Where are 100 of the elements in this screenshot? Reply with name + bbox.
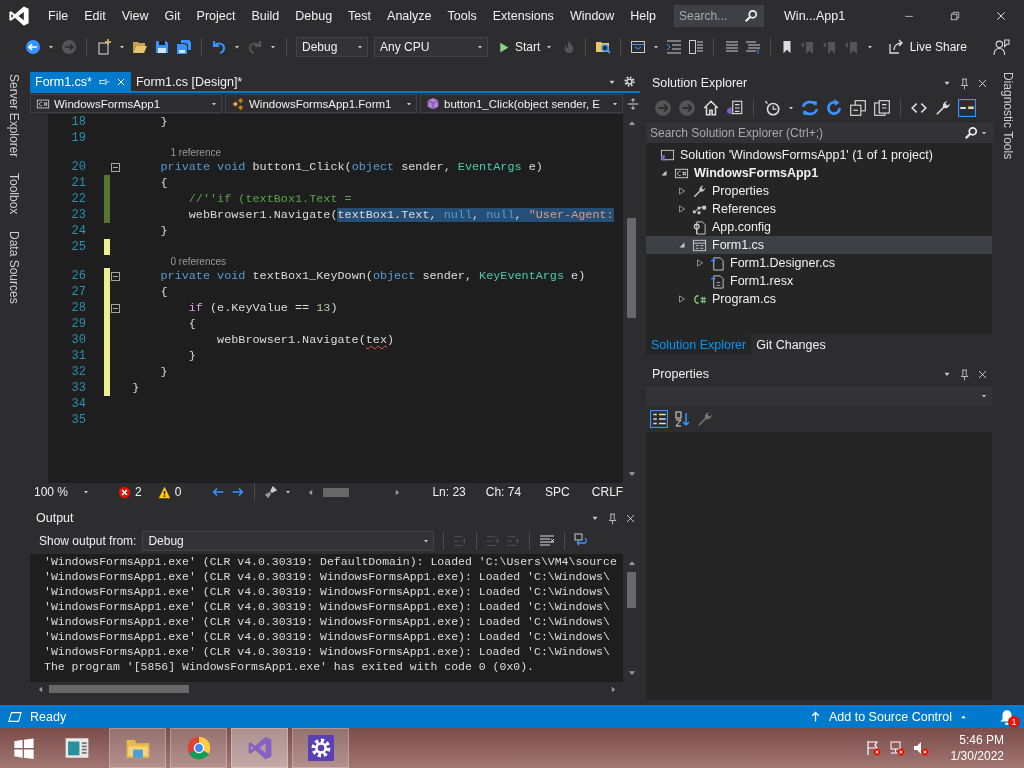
menu-item[interactable]: Debug — [287, 9, 341, 23]
pending-changes-icon[interactable] — [763, 98, 781, 117]
open-folder-icon[interactable] — [132, 39, 148, 55]
scrollbar-thumb[interactable] — [323, 487, 350, 497]
tree-item[interactable]: WindowsFormsApp1 — [646, 164, 992, 182]
home-icon[interactable] — [702, 98, 720, 117]
warning-count[interactable]: 0 — [174, 485, 182, 499]
tree-item[interactable]: Form1.cs — [646, 236, 992, 254]
navigation-dropdown[interactable]: button1_Click(object sender, E — [420, 94, 623, 113]
close-icon[interactable] — [995, 10, 1007, 22]
tree-item[interactable]: References — [646, 200, 992, 218]
clock-time[interactable]: 5:46 PM — [959, 733, 1004, 747]
warning-icon[interactable] — [157, 485, 171, 499]
action-center-icon[interactable] — [864, 740, 881, 756]
network-icon[interactable] — [888, 740, 905, 756]
tree-item[interactable]: App.config — [646, 218, 992, 236]
undo-icon[interactable] — [211, 39, 227, 55]
caret-icon[interactable] — [233, 43, 241, 51]
properties-icon[interactable] — [934, 98, 952, 117]
panel-tab[interactable]: Git Changes — [751, 334, 831, 355]
new-item-icon[interactable] — [96, 39, 112, 55]
property-pages-icon[interactable] — [696, 410, 714, 428]
line-ending[interactable]: CRLF — [591, 485, 624, 499]
menu-item[interactable]: Extensions — [484, 9, 562, 23]
save-icon[interactable] — [154, 39, 170, 55]
sort-alphabetical-icon[interactable] — [674, 411, 690, 427]
tree-item[interactable]: Form1.Designer.cs — [646, 254, 992, 272]
switch-views-icon[interactable] — [726, 98, 744, 117]
configuration-dropdown[interactable]: Debug — [296, 37, 368, 57]
menu-item[interactable]: Build — [243, 9, 288, 23]
tree-item[interactable]: Solution 'WindowsFormsApp1' (1 of 1 project) — [646, 146, 992, 164]
categorized-icon[interactable] — [650, 410, 668, 428]
indent-icon[interactable] — [666, 39, 683, 55]
clear-all-icon[interactable] — [539, 533, 556, 549]
scroll-left-icon[interactable] — [36, 684, 45, 694]
collapse-toggle[interactable] — [111, 271, 120, 281]
close-icon[interactable] — [625, 512, 636, 524]
pin-icon[interactable] — [958, 367, 971, 381]
menu-item[interactable]: Help — [622, 9, 665, 23]
menu-item[interactable]: Edit — [76, 9, 114, 23]
restore-icon[interactable] — [949, 10, 961, 22]
refresh-icon[interactable] — [825, 98, 843, 117]
feedback-icon[interactable] — [993, 38, 1010, 56]
document-outline-icon[interactable] — [688, 39, 705, 55]
start-icon[interactable] — [13, 737, 35, 759]
collapse-all-icon[interactable] — [849, 98, 867, 117]
clock-date[interactable]: 1/30/2022 — [950, 749, 1004, 763]
tool-window-tab[interactable]: Diagnostic Tools — [1001, 70, 1015, 162]
scrollbar-thumb[interactable] — [627, 572, 636, 608]
reference-count[interactable]: 0 references — [48, 256, 227, 267]
navigation-dropdown[interactable]: WindowsFormsApp1 — [30, 94, 222, 113]
menu-item[interactable]: Project — [188, 9, 244, 23]
menu-item[interactable]: Analyze — [379, 9, 440, 23]
tree-item[interactable]: Properties — [646, 182, 992, 200]
collapsed-arrow-icon[interactable] — [677, 204, 687, 214]
find-in-files-icon[interactable] — [595, 39, 612, 55]
tool-window-tab[interactable]: Toolbox — [7, 171, 21, 217]
close-icon[interactable] — [977, 368, 988, 380]
collapsed-arrow-icon[interactable] — [695, 258, 705, 268]
save-all-icon[interactable] — [176, 39, 192, 55]
close-icon[interactable] — [115, 76, 126, 87]
expanded-arrow-icon[interactable] — [659, 168, 669, 178]
settings-icon[interactable] — [623, 75, 636, 88]
menu-item[interactable]: Test — [340, 9, 380, 23]
brush-icon[interactable] — [264, 485, 279, 499]
zoom-dropdown[interactable]: 100 % — [34, 485, 92, 499]
panel-tab[interactable]: Solution Explorer — [646, 334, 752, 355]
caret-icon[interactable] — [47, 43, 55, 51]
menu-item[interactable]: Git — [156, 9, 189, 23]
error-count[interactable]: 2 — [135, 485, 142, 499]
error-icon[interactable] — [118, 485, 131, 499]
caret-icon[interactable] — [652, 43, 661, 51]
collapsed-arrow-icon[interactable] — [677, 186, 687, 196]
platform-dropdown[interactable]: Any CPU — [374, 37, 488, 57]
window-icon[interactable] — [630, 39, 647, 55]
uncomment-icon[interactable] — [745, 39, 762, 55]
search-field[interactable]: Search... — [674, 5, 765, 27]
document-tab[interactable]: Form1.cs [Design]* — [130, 72, 248, 91]
menu-item[interactable]: Tools — [439, 9, 485, 23]
menu-item[interactable]: Window — [561, 9, 623, 23]
comment-icon[interactable] — [723, 39, 740, 55]
reference-count[interactable]: 1 reference — [48, 147, 222, 158]
pin-icon[interactable] — [606, 511, 619, 525]
menu-item[interactable]: View — [113, 9, 157, 23]
scroll-right-icon[interactable] — [609, 684, 618, 694]
caret-icon[interactable] — [269, 43, 277, 51]
whitespace-mode[interactable]: SPC — [545, 485, 570, 499]
collapse-toggle[interactable] — [111, 162, 120, 172]
tree-item[interactable]: Program.cs — [646, 290, 992, 308]
scrollbar-thumb[interactable] — [627, 218, 636, 318]
back-arrow-icon[interactable] — [211, 485, 226, 499]
caret-icon[interactable] — [866, 43, 875, 51]
navigation-dropdown[interactable]: WindowsFormsApp1.Form1 — [225, 94, 417, 113]
caret-icon[interactable] — [284, 488, 293, 496]
search-field[interactable]: Search Solution Explorer (Ctrl+;) — [646, 122, 994, 143]
expanded-arrow-icon[interactable] — [677, 240, 687, 250]
forward-arrow-icon[interactable] — [231, 485, 246, 499]
preview-icon[interactable] — [958, 98, 976, 117]
show-all-files-icon[interactable] — [873, 98, 891, 117]
taskbar-button[interactable] — [292, 728, 349, 768]
